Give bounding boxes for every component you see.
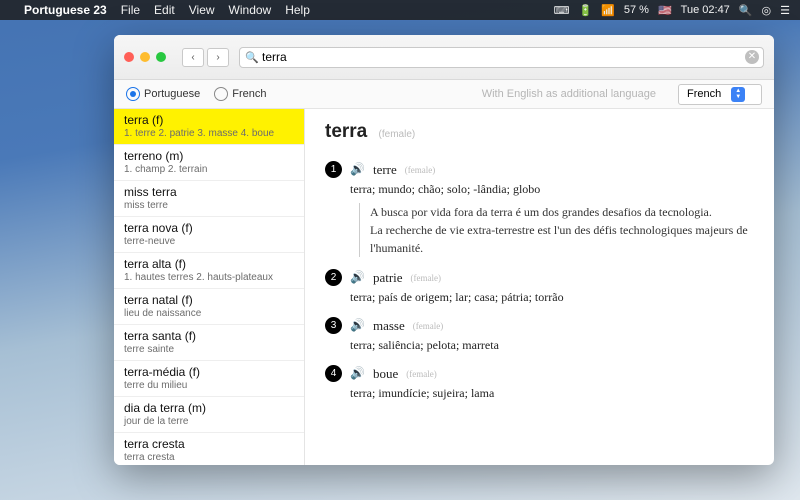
result-sub: 1. hautes terres 2. hauts-plateaux (124, 272, 294, 283)
result-head: terra natal (f) (124, 293, 294, 307)
result-head: miss terra (124, 185, 294, 199)
zoom-button[interactable] (156, 52, 166, 62)
forward-button[interactable]: › (207, 48, 229, 67)
sense: 4 🔊 boue (female) terra; imundície; sujeira;… (325, 365, 754, 401)
result-sub: jour de la terre (124, 416, 294, 427)
gender-tag: (female) (405, 165, 435, 175)
window-toolbar: ‹ › 🔍 ✕ (114, 35, 774, 80)
menu-item[interactable]: Window (229, 3, 272, 17)
translation: masse (373, 318, 405, 334)
notification-center-icon[interactable]: ☰ (780, 4, 790, 17)
results-sidebar[interactable]: terra (f)1. terre 2. patrie 3. masse 4. … (114, 109, 305, 465)
result-item[interactable]: terra natal (f)lieu de naissance (114, 289, 304, 325)
translation: patrie (373, 270, 403, 286)
back-button[interactable]: ‹ (182, 48, 204, 67)
result-sub: terre sainte (124, 344, 294, 355)
sense: 1 🔊 terre (female) terra; mundo; chão; solo;… (325, 161, 754, 257)
result-item[interactable]: terra santa (f)terre sainte (114, 325, 304, 361)
close-button[interactable] (124, 52, 134, 62)
search-field-wrapper: 🔍 ✕ (239, 47, 764, 68)
result-head: terra-média (f) (124, 365, 294, 379)
result-head: terra nova (f) (124, 221, 294, 235)
result-sub: 1. champ 2. terrain (124, 164, 294, 175)
sense-number: 3 (325, 317, 342, 334)
siri-icon[interactable]: ◎ (762, 4, 772, 17)
radio-portuguese[interactable]: Portuguese (126, 87, 200, 101)
window-controls (124, 52, 166, 62)
result-item[interactable]: terra nova (f)terre-neuve (114, 217, 304, 253)
target-language-select[interactable]: French ▲▼ (678, 84, 762, 105)
result-head: dia da terra (m) (124, 401, 294, 415)
example-sentences: A busca por vida fora da terra é um dos … (359, 203, 754, 257)
synonyms: terra; imundície; sujeira; lama (350, 386, 754, 401)
sense-number: 4 (325, 365, 342, 382)
synonyms: terra; mundo; chão; solo; -lândia; globo (350, 182, 754, 197)
speaker-icon[interactable]: 🔊 (350, 162, 365, 177)
clock[interactable]: Tue 02:47 (681, 4, 730, 16)
additional-language-hint: With English as additional language (482, 88, 656, 100)
text-input-icon[interactable]: ⌨ (554, 4, 570, 17)
gender-tag: (female) (411, 273, 441, 283)
minimize-button[interactable] (140, 52, 150, 62)
history-nav: ‹ › (182, 48, 229, 67)
result-head: terra cresta (124, 437, 294, 451)
translation: boue (373, 366, 398, 382)
app-window: ‹ › 🔍 ✕ Portuguese French With English a… (114, 35, 774, 465)
translation: terre (373, 162, 397, 178)
menu-item[interactable]: Edit (154, 3, 175, 17)
result-sub: miss terre (124, 200, 294, 211)
sense: 3 🔊 masse (female) terra; saliência; pelota;… (325, 317, 754, 353)
result-sub: terra cresta (124, 452, 294, 463)
input-flag-icon[interactable]: 🇺🇸 (658, 4, 672, 17)
entry-title: terra (female) (325, 121, 754, 143)
menu-item[interactable]: View (189, 3, 215, 17)
result-head: terra alta (f) (124, 257, 294, 271)
spotlight-icon[interactable]: 🔍 (739, 4, 753, 17)
result-item[interactable]: terra alta (f)1. hautes terres 2. hauts-… (114, 253, 304, 289)
speaker-icon[interactable]: 🔊 (350, 366, 365, 381)
result-item[interactable]: terra-média (f)terre du milieu (114, 361, 304, 397)
battery-icon[interactable]: 🔋 (578, 4, 592, 17)
synonyms: terra; país de origem; lar; casa; pátria… (350, 290, 754, 305)
result-sub: 1. terre 2. patrie 3. masse 4. boue (124, 128, 294, 139)
result-item[interactable]: terreno (m)1. champ 2. terrain (114, 145, 304, 181)
battery-percent: 57 % (624, 4, 649, 16)
menubar-status-area: ⌨ 🔋 📶 57 % 🇺🇸 Tue 02:47 🔍 ◎ ☰ (554, 4, 790, 17)
gender-tag: (female) (413, 321, 443, 331)
gender-tag: (female) (406, 369, 436, 379)
result-item[interactable]: terra crestaterra cresta (114, 433, 304, 465)
clear-search-icon[interactable]: ✕ (745, 50, 759, 64)
macos-menubar: Portuguese 23 File Edit View Window Help ⌨ 🔋… (0, 0, 800, 20)
sense-number: 2 (325, 269, 342, 286)
result-item[interactable]: terra (f)1. terre 2. patrie 3. masse 4. … (114, 109, 304, 145)
entry-detail: terra (female) 1 🔊 terre (female) terra; mun… (305, 109, 774, 465)
result-head: terra santa (f) (124, 329, 294, 343)
search-input[interactable] (239, 47, 764, 68)
synonyms: terra; saliência; pelota; marreta (350, 338, 754, 353)
result-sub: terre-neuve (124, 236, 294, 247)
speaker-icon[interactable]: 🔊 (350, 270, 365, 285)
language-toolbar: Portuguese French With English as additi… (114, 80, 774, 109)
app-name-menu[interactable]: Portuguese 23 (24, 3, 107, 17)
result-sub: lieu de naissance (124, 308, 294, 319)
menu-item[interactable]: Help (285, 3, 310, 17)
wifi-icon[interactable]: 📶 (601, 4, 615, 17)
select-arrows-icon: ▲▼ (731, 87, 745, 102)
sense: 2 🔊 patrie (female) terra; país de origem; l… (325, 269, 754, 305)
speaker-icon[interactable]: 🔊 (350, 318, 365, 333)
menu-item[interactable]: File (121, 3, 140, 17)
sense-number: 1 (325, 161, 342, 178)
window-body: terra (f)1. terre 2. patrie 3. masse 4. … (114, 109, 774, 465)
result-item[interactable]: dia da terra (m)jour de la terre (114, 397, 304, 433)
radio-french[interactable]: French (214, 87, 266, 101)
senses-container: 1 🔊 terre (female) terra; mundo; chão; solo;… (325, 161, 754, 401)
result-sub: terre du milieu (124, 380, 294, 391)
result-head: terreno (m) (124, 149, 294, 163)
result-item[interactable]: miss terramiss terre (114, 181, 304, 217)
result-head: terra (f) (124, 113, 294, 127)
